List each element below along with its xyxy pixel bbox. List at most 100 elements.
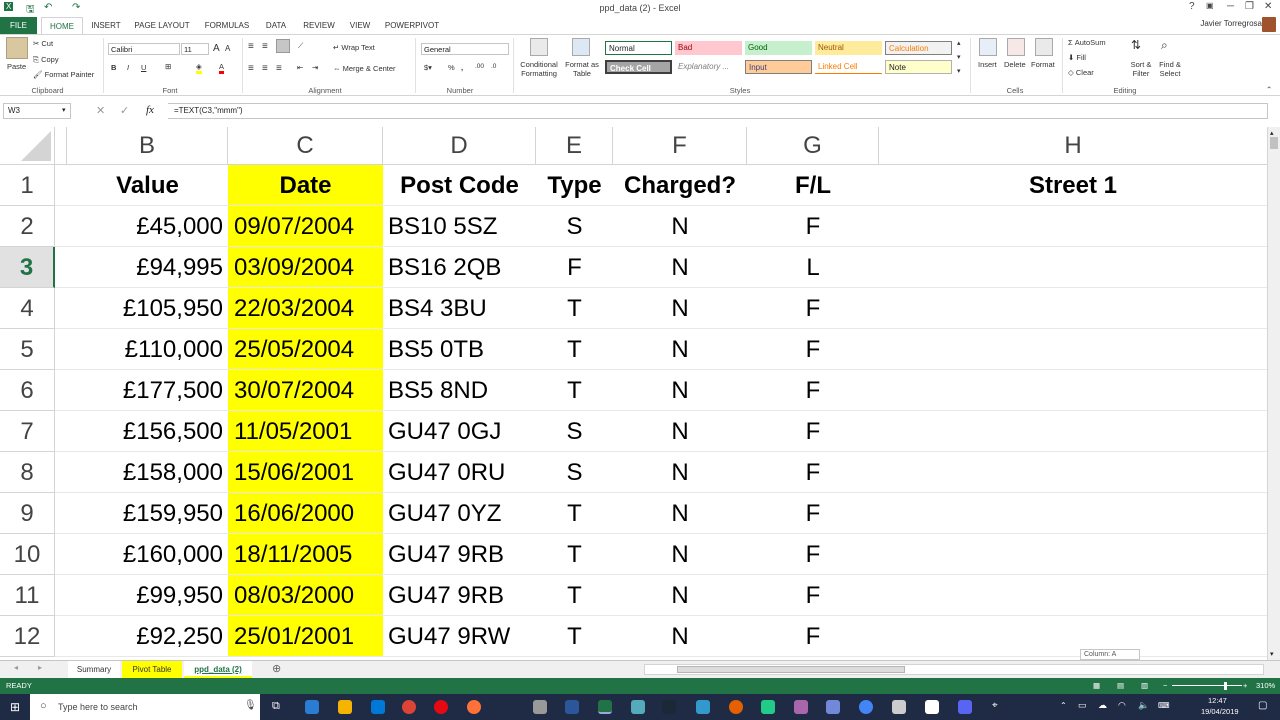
- onedrive-icon[interactable]: ☁: [1098, 700, 1107, 711]
- column-header-g[interactable]: G: [747, 127, 879, 165]
- table-cell[interactable]: BS5 0TB: [383, 329, 536, 370]
- table-cell[interactable]: [879, 616, 1267, 657]
- app5-icon[interactable]: [794, 700, 808, 714]
- table-cell[interactable]: N: [613, 370, 747, 411]
- table-cell[interactable]: N: [613, 247, 747, 288]
- table-cell[interactable]: S: [536, 411, 613, 452]
- table-cell[interactable]: F: [747, 493, 879, 534]
- horizontal-scroll-thumb[interactable]: [677, 666, 905, 673]
- table-cell[interactable]: F: [536, 247, 613, 288]
- column-title-cell[interactable]: Value: [67, 165, 228, 206]
- table-cell[interactable]: 18/11/2005: [228, 534, 383, 575]
- mail-icon[interactable]: [925, 700, 939, 714]
- table-cell[interactable]: £156,500: [67, 411, 228, 452]
- table-cell[interactable]: [879, 206, 1267, 247]
- table-cell[interactable]: GU47 0RU: [383, 452, 536, 493]
- comma-icon[interactable]: ,: [461, 63, 463, 72]
- row-header[interactable]: 8: [0, 452, 55, 493]
- currency-icon[interactable]: $▾: [424, 63, 432, 72]
- table-cell[interactable]: £45,000: [67, 206, 228, 247]
- table-cell[interactable]: N: [613, 288, 747, 329]
- row-header[interactable]: 1: [0, 165, 55, 206]
- column-header-b[interactable]: B: [67, 127, 228, 165]
- app6-icon[interactable]: [892, 700, 906, 714]
- table-cell[interactable]: GU47 9RB: [383, 575, 536, 616]
- sheet-tab-ppd-data[interactable]: ppd_data (2): [184, 661, 252, 678]
- column-title-cell[interactable]: Date: [228, 165, 383, 206]
- zoom-slider[interactable]: [1172, 685, 1242, 686]
- table-cell[interactable]: F: [747, 370, 879, 411]
- app3-icon[interactable]: [729, 700, 743, 714]
- table-cell[interactable]: 22/03/2004: [228, 288, 383, 329]
- table-cell[interactable]: £158,000: [67, 452, 228, 493]
- fill-button[interactable]: ⬇ Fill: [1068, 53, 1086, 62]
- tab-formulas[interactable]: FORMULAS: [201, 17, 253, 34]
- firefox-icon[interactable]: [467, 700, 481, 714]
- table-cell[interactable]: £92,250: [67, 616, 228, 657]
- table-cell[interactable]: 30/07/2004: [228, 370, 383, 411]
- table-cell[interactable]: F: [747, 411, 879, 452]
- table-cell[interactable]: [879, 288, 1267, 329]
- table-cell[interactable]: [879, 411, 1267, 452]
- scroll-up-icon[interactable]: ▴: [1270, 129, 1274, 137]
- style-note[interactable]: Note: [885, 60, 952, 74]
- style-input[interactable]: Input: [745, 60, 812, 74]
- scroll-thumb[interactable]: [1270, 137, 1278, 149]
- style-check-cell[interactable]: Check Cell: [605, 60, 672, 74]
- spreadsheet-grid[interactable]: B C D E F G H 1 Value Date Post Code Type Cha…: [0, 127, 1267, 660]
- column-header-a[interactable]: [55, 127, 67, 165]
- app4-icon[interactable]: [761, 700, 775, 714]
- table-cell[interactable]: F: [747, 329, 879, 370]
- paste-button[interactable]: Paste: [7, 62, 26, 71]
- styles-scroll-up-icon[interactable]: ▴: [957, 39, 961, 47]
- store-icon[interactable]: [371, 700, 385, 714]
- autosum-button[interactable]: Σ AutoSum: [1068, 38, 1106, 47]
- user-name[interactable]: Javier Torregrosa: [1200, 19, 1262, 28]
- table-cell[interactable]: £110,000: [67, 329, 228, 370]
- table-cell[interactable]: N: [613, 206, 747, 247]
- tab-file[interactable]: FILE: [0, 17, 37, 34]
- table-cell[interactable]: £99,950: [67, 575, 228, 616]
- prev-sheet-icon[interactable]: ◂: [14, 663, 18, 672]
- table-cell[interactable]: F: [747, 534, 879, 575]
- column-header-c[interactable]: C: [228, 127, 383, 165]
- table-cell[interactable]: T: [536, 534, 613, 575]
- increase-decimal-icon[interactable]: .00: [475, 63, 484, 70]
- table-cell[interactable]: L: [747, 247, 879, 288]
- table-cell[interactable]: N: [613, 329, 747, 370]
- table-cell[interactable]: N: [613, 452, 747, 493]
- align-right-icon[interactable]: ≡: [276, 63, 282, 74]
- font-color-icon[interactable]: A: [219, 62, 225, 74]
- style-neutral[interactable]: Neutral: [815, 41, 882, 55]
- minimize-button[interactable]: ─: [1227, 1, 1234, 12]
- task-view-icon[interactable]: ⧉: [272, 700, 280, 713]
- table-cell[interactable]: £159,950: [67, 493, 228, 534]
- sort-filter-button[interactable]: Sort & Filter: [1126, 60, 1156, 78]
- file-explorer-icon[interactable]: [338, 700, 352, 714]
- table-cell[interactable]: 16/06/2000: [228, 493, 383, 534]
- column-header-f[interactable]: F: [613, 127, 747, 165]
- merge-center-button[interactable]: ⇔ Merge & Center: [333, 64, 396, 73]
- indent-decrease-icon[interactable]: ⇤: [297, 63, 303, 72]
- delete-cells-button[interactable]: Delete: [1004, 60, 1026, 69]
- percent-icon[interactable]: %: [448, 63, 455, 72]
- table-cell[interactable]: GU47 0GJ: [383, 411, 536, 452]
- orientation-icon[interactable]: ⟋: [298, 41, 303, 51]
- grow-font-icon[interactable]: A: [213, 43, 220, 54]
- page-break-view-icon[interactable]: ▥: [1141, 678, 1148, 694]
- table-cell[interactable]: T: [536, 616, 613, 657]
- table-cell[interactable]: N: [613, 534, 747, 575]
- scroll-down-icon[interactable]: ▾: [1270, 650, 1274, 658]
- decrease-decimal-icon[interactable]: .0: [491, 63, 496, 70]
- app7-icon[interactable]: [958, 700, 972, 714]
- zoom-level[interactable]: 310%: [1256, 678, 1275, 694]
- table-cell[interactable]: BS4 3BU: [383, 288, 536, 329]
- table-cell[interactable]: BS5 8ND: [383, 370, 536, 411]
- enter-icon[interactable]: ✓: [120, 104, 129, 117]
- row-header[interactable]: 10: [0, 534, 55, 575]
- microphone-icon[interactable]: 🎙: [244, 700, 257, 711]
- table-cell[interactable]: 25/01/2001: [228, 616, 383, 657]
- bold-button[interactable]: B: [111, 63, 116, 72]
- table-cell[interactable]: GU47 9RB: [383, 534, 536, 575]
- name-box[interactable]: W3: [3, 103, 71, 119]
